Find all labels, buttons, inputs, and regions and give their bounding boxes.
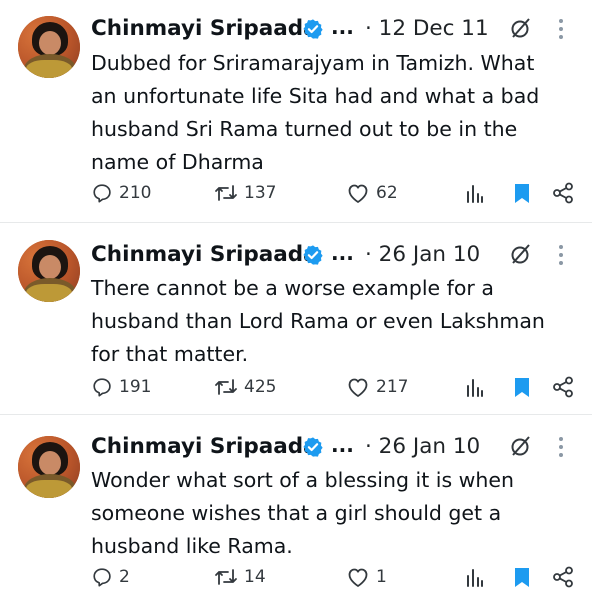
reply-count: 2 <box>119 567 130 587</box>
share-button[interactable] <box>552 562 574 592</box>
tweet-date[interactable]: · 26 Jan 10 <box>365 238 480 272</box>
views-button[interactable] <box>465 562 485 592</box>
retweet-icon <box>215 569 237 585</box>
reply-button[interactable]: 191 <box>91 372 151 402</box>
reply-button[interactable]: 210 <box>91 178 151 208</box>
tweet-date[interactable]: · 26 Jan 10 <box>365 430 480 464</box>
name-ellipsis: ... <box>331 433 354 457</box>
views-button[interactable] <box>465 372 485 402</box>
author-name[interactable]: Chinmayi Sripaada <box>91 12 318 46</box>
share-button[interactable] <box>552 178 574 208</box>
heart-icon <box>348 378 368 397</box>
no-edit-icon <box>511 436 530 456</box>
like-button[interactable]: 1 <box>346 562 387 592</box>
views-bar-chart-icon <box>467 569 483 587</box>
reply-icon <box>93 184 111 203</box>
more-vertical-icon[interactable] <box>557 18 565 40</box>
tweet-actions: 2 14 1 <box>91 562 581 592</box>
tweet-actions: 210 137 62 <box>91 178 581 208</box>
avatar[interactable] <box>18 16 80 78</box>
reply-count: 210 <box>119 183 152 203</box>
bookmark-button[interactable] <box>512 178 532 208</box>
verified-badge-icon <box>303 437 323 457</box>
tweet[interactable]: Chinmayi Sripaada ... · 26 Jan 10 There … <box>0 224 592 414</box>
heart-icon <box>348 568 368 587</box>
tweet-text: Wonder what sort of a blessing it is whe… <box>91 468 515 558</box>
divider <box>0 222 592 223</box>
retweet-count: 425 <box>244 377 277 397</box>
retweet-count: 14 <box>244 567 266 587</box>
like-button[interactable]: 62 <box>346 178 398 208</box>
heart-icon <box>348 184 368 203</box>
reply-icon <box>93 568 111 587</box>
avatar[interactable] <box>18 240 80 302</box>
bookmark-icon <box>515 184 529 203</box>
reply-count: 191 <box>119 377 152 397</box>
views-bar-chart-icon <box>467 185 483 203</box>
tweet-header: Chinmayi Sripaada ... · 12 Dec 11 <box>91 12 581 46</box>
reply-icon <box>93 378 111 397</box>
divider <box>0 414 592 415</box>
tweet[interactable]: Chinmayi Sripaada ... · 12 Dec 11 Dubbed… <box>0 0 592 205</box>
share-icon <box>553 182 573 204</box>
retweet-icon <box>215 185 237 201</box>
name-ellipsis: ... <box>331 15 354 39</box>
share-icon <box>553 376 573 398</box>
like-button[interactable]: 217 <box>346 372 408 402</box>
no-edit-icon <box>511 18 530 38</box>
tweet-header: Chinmayi Sripaada ... · 26 Jan 10 <box>91 430 581 464</box>
tweet-feed: Chinmayi Sripaada ... · 12 Dec 11 Dubbed… <box>0 0 592 598</box>
retweet-count: 137 <box>244 183 277 203</box>
share-icon <box>553 566 573 588</box>
avatar[interactable] <box>18 436 80 498</box>
bookmark-icon <box>515 568 529 587</box>
retweet-icon <box>215 379 237 395</box>
views-button[interactable] <box>465 178 485 208</box>
retweet-button[interactable]: 137 <box>214 178 276 208</box>
no-edit-icon <box>511 244 530 264</box>
bookmark-icon <box>515 378 529 397</box>
reply-button[interactable]: 2 <box>91 562 130 592</box>
tweet-text: There cannot be a worse example for a hu… <box>91 276 545 366</box>
views-bar-chart-icon <box>467 379 483 397</box>
author-name[interactable]: Chinmayi Sripaada <box>91 238 318 272</box>
name-ellipsis: ... <box>331 241 354 265</box>
like-count: 217 <box>376 377 409 397</box>
bookmark-button[interactable] <box>512 372 532 402</box>
verified-badge-icon <box>303 19 323 39</box>
like-count: 1 <box>376 567 387 587</box>
tweet-text: Dubbed for Sriramarajyam in Tamizh. What… <box>91 51 540 174</box>
more-vertical-icon[interactable] <box>557 244 565 266</box>
like-count: 62 <box>376 183 398 203</box>
tweet-header: Chinmayi Sripaada ... · 26 Jan 10 <box>91 238 581 272</box>
more-vertical-icon[interactable] <box>557 436 565 458</box>
share-button[interactable] <box>552 372 574 402</box>
verified-badge-icon <box>303 245 323 265</box>
tweet-actions: 191 425 217 <box>91 372 581 402</box>
retweet-button[interactable]: 14 <box>214 562 266 592</box>
bookmark-button[interactable] <box>512 562 532 592</box>
tweet-date[interactable]: · 12 Dec 11 <box>365 12 489 46</box>
retweet-button[interactable]: 425 <box>214 372 276 402</box>
author-name[interactable]: Chinmayi Sripaada <box>91 430 318 464</box>
tweet[interactable]: Chinmayi Sripaada ... · 26 Jan 10 Wonder… <box>0 416 592 598</box>
